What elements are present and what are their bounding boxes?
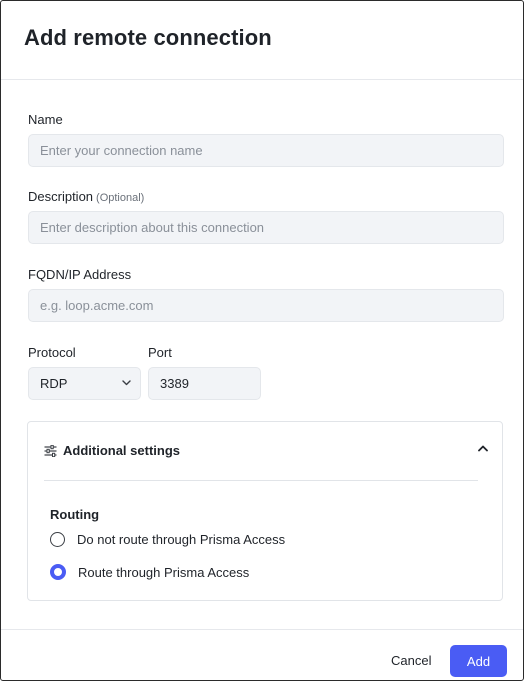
port-input[interactable]: 3389	[148, 367, 261, 400]
chevron-up-icon[interactable]	[478, 445, 488, 452]
routing-label: Routing	[50, 507, 100, 522]
description-placeholder: Enter description about this connection	[40, 220, 265, 235]
add-button[interactable]: Add	[450, 645, 507, 677]
port-value: 3389	[160, 376, 189, 391]
radio-option-no-route[interactable]: Do not route through Prisma Access	[50, 532, 285, 547]
fqdn-label: FQDN/IP Address	[28, 267, 132, 282]
description-label: Description (Optional)	[28, 189, 144, 204]
radio-label-no-route: Do not route through Prisma Access	[77, 532, 286, 547]
name-label: Name	[28, 112, 63, 127]
protocol-select[interactable]: RDP	[28, 367, 141, 400]
additional-settings-panel: Additional settings Routing Do not route…	[27, 421, 503, 601]
radio-label-route: Route through Prisma Access	[78, 564, 250, 580]
protocol-value: RDP	[40, 376, 68, 391]
description-input[interactable]: Enter description about this connection	[28, 211, 504, 244]
fqdn-placeholder: e.g. loop.acme.com	[40, 298, 154, 313]
sliders-icon	[44, 444, 57, 457]
protocol-label: Protocol	[28, 345, 76, 360]
description-label-text: Description	[28, 189, 94, 204]
name-input[interactable]: Enter your connection name	[28, 134, 504, 167]
radio-checked[interactable]	[50, 564, 66, 580]
radio-unchecked[interactable]	[50, 532, 65, 547]
fqdn-input[interactable]: e.g. loop.acme.com	[28, 289, 504, 322]
cancel-button[interactable]: Cancel	[379, 645, 443, 675]
settings-divider	[44, 480, 478, 481]
add-remote-connection-dialog: Add remote connection Name Enter your co…	[0, 0, 524, 681]
dialog-title: Add remote connection	[24, 25, 272, 50]
dialog-header: Add remote connection	[1, 1, 523, 80]
radio-option-route[interactable]: Route through Prisma Access	[50, 564, 249, 580]
additional-settings-toggle[interactable]: Additional settings	[44, 443, 180, 458]
name-placeholder: Enter your connection name	[40, 143, 203, 158]
additional-settings-title: Additional settings	[63, 443, 180, 458]
chevron-down-icon	[122, 380, 131, 386]
port-label: Port	[148, 345, 172, 360]
optional-hint: (Optional)	[96, 192, 145, 204]
dialog-footer: Cancel Add	[1, 629, 523, 680]
